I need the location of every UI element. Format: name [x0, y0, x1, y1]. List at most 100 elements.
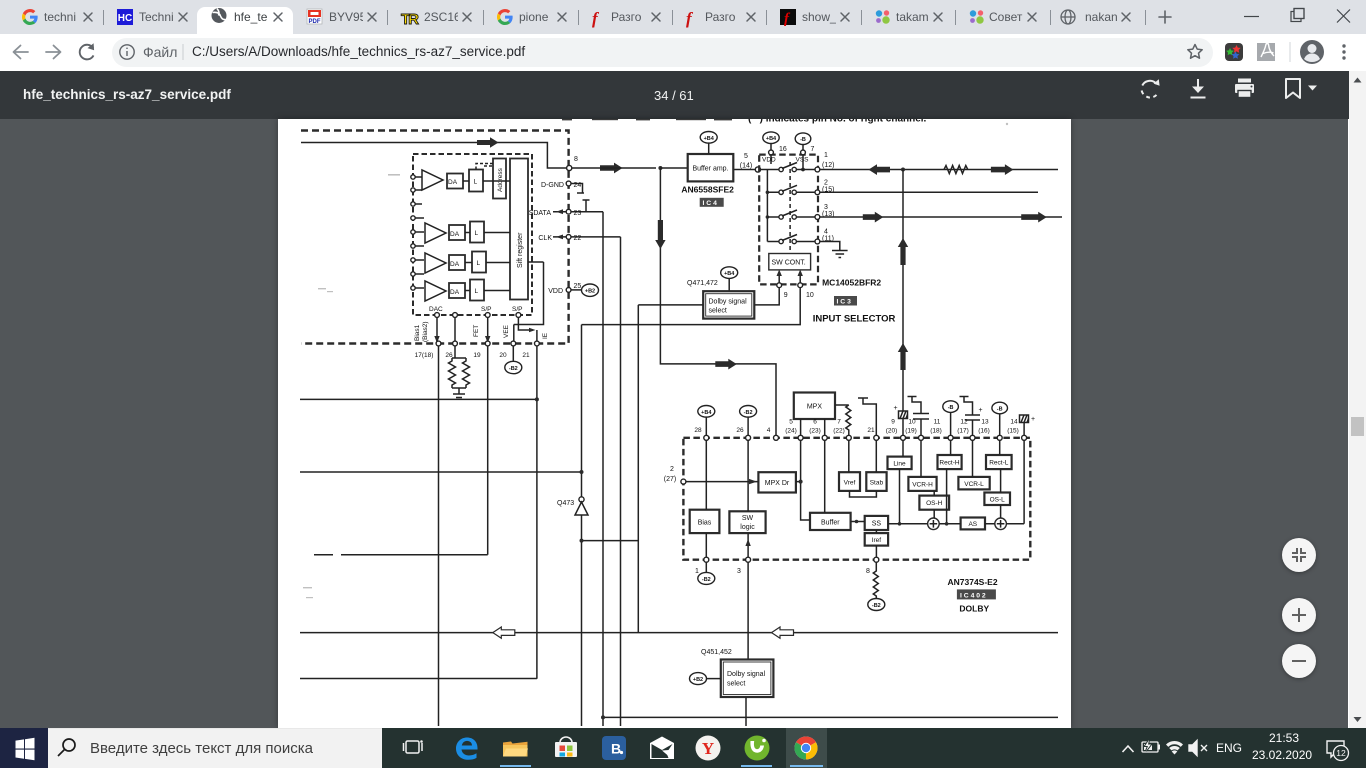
- svg-text:AS: AS: [968, 521, 977, 528]
- svg-text:+B4: +B4: [724, 271, 735, 277]
- svg-text:5: 5: [789, 419, 793, 426]
- svg-text:1: 1: [695, 568, 699, 575]
- svg-text:IE: IE: [542, 332, 549, 339]
- svg-text:Stab: Stab: [870, 480, 884, 487]
- svg-text:12: 12: [1336, 748, 1346, 758]
- svg-text:SS: SS: [872, 520, 882, 527]
- svg-text:7: 7: [811, 146, 815, 153]
- svg-text:6: 6: [813, 419, 817, 426]
- svg-text:Vref: Vref: [844, 480, 856, 487]
- svg-text:DOLBY: DOLBY: [959, 604, 989, 614]
- svg-text:DA: DA: [448, 179, 458, 186]
- svg-text:17(18): 17(18): [415, 352, 434, 359]
- svg-text:3: 3: [737, 568, 741, 575]
- svg-text:VDD: VDD: [762, 157, 776, 164]
- svg-text:I C 4 0 2: I C 4 0 2: [960, 592, 986, 599]
- svg-text:AN7374S-E2: AN7374S-E2: [948, 577, 998, 587]
- svg-text:Buffer: Buffer: [821, 519, 840, 526]
- svg-text:Q473: Q473: [557, 500, 574, 507]
- svg-text:8: 8: [866, 568, 870, 575]
- svg-text:AN6558SFE2: AN6558SFE2: [681, 185, 734, 195]
- svg-text:26: 26: [445, 352, 453, 359]
- svg-text:( ) indicates pin No. of rig: ( ) indicates pin No. of right channel.: [748, 119, 927, 124]
- svg-text:Sift register: Sift register: [517, 232, 524, 268]
- svg-text:VDD: VDD: [548, 288, 563, 295]
- svg-text:Rect-H: Rect-H: [939, 460, 960, 467]
- svg-text:(Bias2): (Bias2): [422, 321, 429, 342]
- svg-text:DA: DA: [450, 289, 460, 296]
- svg-text:(22): (22): [833, 428, 845, 435]
- svg-text:2: 2: [824, 180, 828, 187]
- svg-text:Rect-L: Rect-L: [989, 460, 1009, 467]
- svg-text:Bias1: Bias1: [414, 324, 421, 341]
- svg-text:L: L: [475, 288, 479, 295]
- svg-text:3: 3: [824, 204, 828, 211]
- svg-text:TR: TR: [401, 11, 419, 28]
- svg-text:SW CONT.: SW CONT.: [772, 260, 806, 267]
- svg-text:DA: DA: [450, 231, 460, 238]
- svg-text:11: 11: [934, 419, 941, 426]
- svg-text:(27): (27): [664, 476, 676, 483]
- svg-text:L: L: [474, 179, 478, 186]
- svg-text:Address: Address: [497, 167, 504, 192]
- svg-text:20: 20: [499, 352, 507, 359]
- svg-text:21: 21: [522, 352, 530, 359]
- svg-text:21: 21: [867, 427, 875, 434]
- svg-text:4: 4: [824, 229, 828, 236]
- svg-text:DAC: DAC: [429, 306, 443, 313]
- svg-text:25: 25: [574, 283, 582, 290]
- svg-text:select: select: [709, 308, 727, 315]
- svg-text:12: 12: [960, 419, 968, 426]
- svg-text:I C 4: I C 4: [703, 200, 718, 207]
- svg-text:+B2: +B2: [693, 677, 703, 683]
- svg-text:2: 2: [670, 466, 674, 473]
- svg-text:VCR-L: VCR-L: [964, 481, 984, 488]
- svg-text:+B4: +B4: [701, 410, 712, 416]
- svg-text:1: 1: [824, 152, 828, 159]
- svg-text:Y: Y: [702, 739, 714, 758]
- svg-text:OS-H: OS-H: [926, 500, 943, 507]
- svg-text:MC14052BFR2: MC14052BFR2: [822, 278, 881, 288]
- svg-text:-B2: -B2: [509, 366, 518, 372]
- svg-text:-B2: -B2: [744, 410, 753, 416]
- svg-text:(14): (14): [740, 163, 752, 170]
- svg-text:4: 4: [767, 427, 771, 434]
- svg-text:(15): (15): [1007, 428, 1019, 435]
- svg-text:VCR-H: VCR-H: [912, 481, 933, 488]
- svg-text:Line: Line: [893, 461, 906, 468]
- svg-text:7: 7: [837, 419, 841, 426]
- svg-text:-B2: -B2: [872, 603, 881, 609]
- svg-text:INPUT SELECTOR: INPUT SELECTOR: [813, 314, 896, 325]
- svg-text:f: f: [592, 9, 600, 28]
- svg-text:(23): (23): [809, 428, 821, 435]
- svg-text:SW: SW: [742, 515, 754, 522]
- svg-text:19: 19: [473, 352, 481, 359]
- svg-text:S/P: S/P: [481, 306, 491, 313]
- svg-text:Bias: Bias: [698, 520, 712, 527]
- svg-text:24: 24: [574, 182, 582, 189]
- svg-text:CLK: CLK: [538, 235, 552, 242]
- svg-text:(18): (18): [930, 428, 942, 435]
- svg-text:(24): (24): [785, 428, 797, 435]
- svg-text:Buffer amp.: Buffer amp.: [692, 166, 728, 173]
- svg-text:(20): (20): [886, 428, 898, 435]
- svg-text:-B: -B: [800, 137, 806, 143]
- svg-text:+: +: [894, 405, 898, 412]
- svg-text:Q471,472: Q471,472: [687, 280, 718, 287]
- svg-text:select: select: [727, 681, 745, 688]
- svg-text:14: 14: [1010, 419, 1018, 426]
- svg-text:PDF: PDF: [309, 19, 321, 25]
- svg-text:L: L: [475, 230, 479, 237]
- svg-text:28: 28: [694, 427, 702, 434]
- svg-text:22: 22: [574, 235, 582, 242]
- svg-text:(17): (17): [957, 428, 969, 435]
- svg-text:logic: logic: [740, 524, 755, 531]
- svg-text:8: 8: [574, 156, 578, 163]
- svg-text:-B2: -B2: [702, 577, 711, 583]
- svg-text:9: 9: [891, 419, 895, 426]
- svg-text:+B4: +B4: [704, 136, 715, 142]
- svg-text:S/P: S/P: [512, 306, 522, 313]
- svg-text:SDATA: SDATA: [529, 210, 552, 217]
- svg-text:26: 26: [736, 427, 744, 434]
- svg-text:(12): (12): [822, 162, 834, 169]
